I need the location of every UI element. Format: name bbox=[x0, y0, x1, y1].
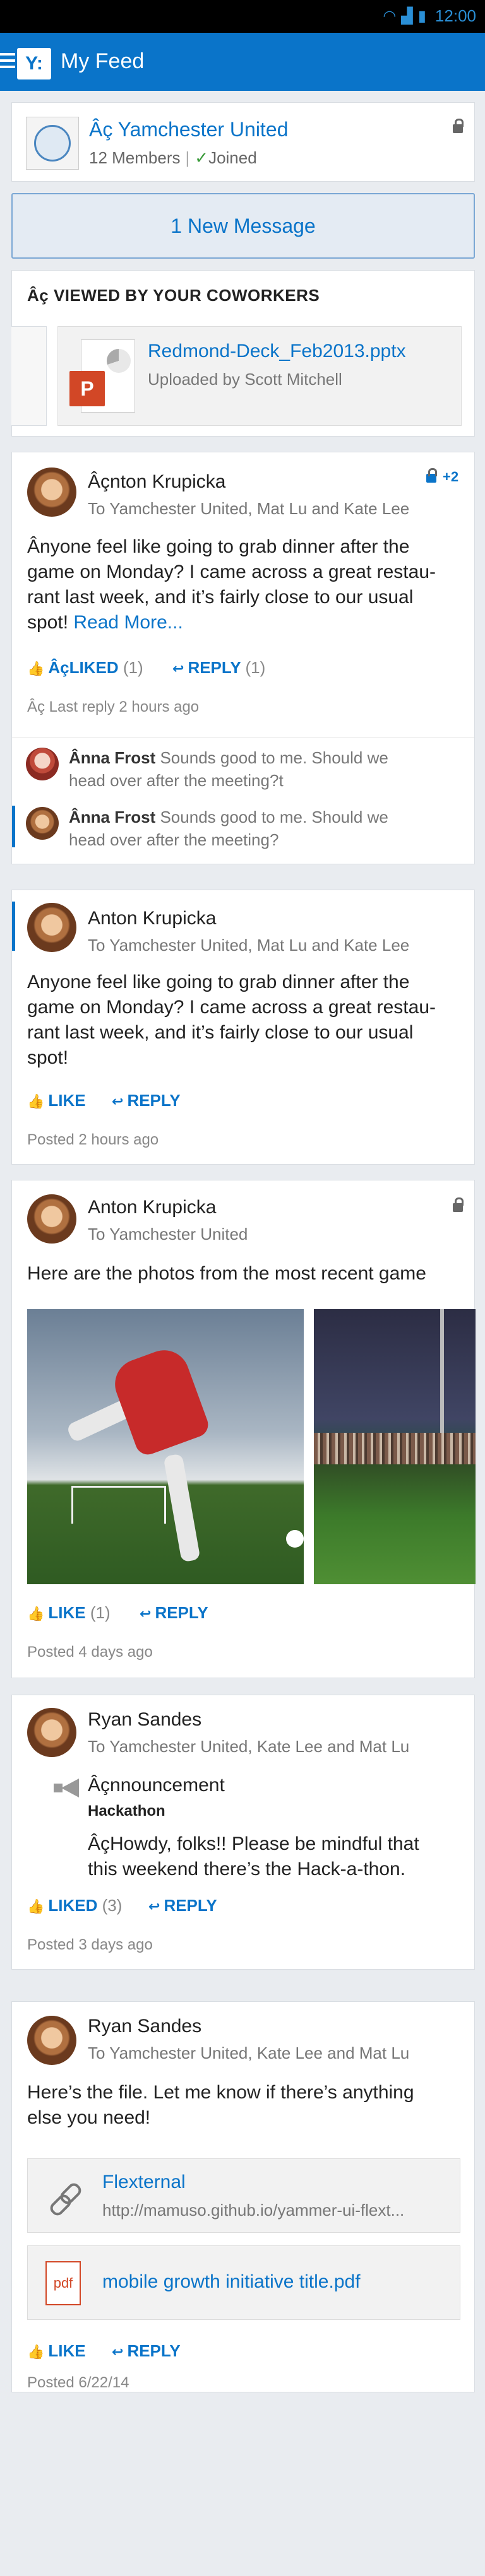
avatar[interactable] bbox=[27, 468, 76, 517]
file-attachment[interactable]: pdf mobile growth initiative title.pdf bbox=[27, 2245, 460, 2320]
feed-post: Anton Krupicka To Yamchester United Here… bbox=[11, 1180, 476, 1678]
crest-icon bbox=[34, 125, 71, 162]
private-lock-icon bbox=[426, 468, 437, 483]
post-body: Here’s the file. Let me know if there’s … bbox=[27, 2082, 414, 2128]
page-title: My Feed bbox=[61, 49, 145, 73]
reply-button[interactable]: ↩ REPLY bbox=[112, 2341, 181, 2361]
feed-post: Ryan Sandes To Yamchester United, Kate L… bbox=[11, 1695, 475, 1970]
signal-icon: ▟ bbox=[401, 8, 413, 25]
post-author[interactable]: Anton Krupicka bbox=[88, 1197, 216, 1218]
thumbs-up-icon: 👍 bbox=[27, 661, 45, 676]
group-members: 12 Members bbox=[89, 148, 181, 167]
menu-icon[interactable] bbox=[0, 53, 15, 72]
post-author[interactable]: Ryan Sandes bbox=[88, 1709, 201, 1731]
announcement-title: Âçnnouncement bbox=[88, 1775, 225, 1796]
post-time: Posted 4 days ago bbox=[27, 1644, 153, 1661]
post-recipients: To Yamchester United, Kate Lee and Mat L… bbox=[88, 1737, 410, 1756]
link-icon bbox=[49, 2183, 78, 2212]
joined-status[interactable]: Joined bbox=[208, 148, 257, 167]
reply-item: Ânna Frost Sounds good to me. Should we … bbox=[69, 748, 388, 790]
reply-button[interactable]: ↩ REPLY bbox=[112, 1091, 181, 1110]
post-author[interactable]: Âçnton Krupicka bbox=[88, 471, 225, 493]
status-bar: ◠ ▟ ▮ 12:00 bbox=[0, 0, 485, 33]
announcement-body: ÂçHowdy, folks!! Please be mindful that … bbox=[88, 1833, 419, 1879]
reply-icon: ↩ bbox=[140, 1606, 152, 1621]
clock: 12:00 bbox=[434, 6, 476, 25]
group-card[interactable]: Âç Yamchester United 12 Members | ✓Joined bbox=[11, 102, 475, 182]
post-time: Posted 6/22/14 bbox=[27, 2374, 129, 2391]
like-button[interactable]: 👍 LIKE (1) bbox=[27, 1603, 111, 1623]
reply-item: Ânna Frost Sounds good to me. Should we … bbox=[69, 808, 388, 849]
photo-night-game[interactable] bbox=[314, 1309, 476, 1584]
reply-icon: ↩ bbox=[112, 2344, 124, 2360]
reply-button[interactable]: ↩ REPLY (1) bbox=[172, 658, 265, 678]
feed-post: Ryan Sandes To Yamchester United, Kate L… bbox=[11, 2001, 475, 2392]
avatar[interactable] bbox=[27, 903, 76, 952]
participants-count[interactable]: +2 bbox=[443, 469, 458, 485]
avatar[interactable] bbox=[26, 807, 59, 840]
previous-file-tile[interactable] bbox=[11, 326, 47, 426]
post-recipients: To Yamchester United, Kate Lee and Mat L… bbox=[88, 2044, 410, 2062]
last-reply-meta: Âç Last reply 2 hours ago bbox=[27, 698, 200, 715]
avatar[interactable] bbox=[27, 1194, 76, 1244]
new-message-banner[interactable]: 1 New Message bbox=[11, 193, 475, 259]
post-body: Here are the photos from the most recent… bbox=[27, 1263, 426, 1284]
powerpoint-icon: P bbox=[69, 339, 136, 414]
avatar[interactable] bbox=[27, 1708, 76, 1757]
like-button[interactable]: 👍 LIKE bbox=[27, 2341, 86, 2361]
link-attachment[interactable]: Flexternal http://mamuso.github.io/yamme… bbox=[27, 2158, 460, 2233]
reply-button[interactable]: ↩ REPLY bbox=[148, 1896, 217, 1915]
post-recipients: To Yamchester United, Mat Lu and Kate Le… bbox=[88, 499, 410, 518]
thumbs-up-icon: 👍 bbox=[27, 2344, 45, 2360]
post-body: Anyone feel like going to grab dinner af… bbox=[27, 972, 436, 1068]
like-button[interactable]: 👍 LIKE bbox=[27, 1091, 86, 1110]
post-body: Ânyone feel like going to grab dinner af… bbox=[27, 536, 436, 633]
viewed-by-coworkers-card: Âç VIEWED BY YOUR COWORKERS P Redmond-De… bbox=[11, 270, 475, 437]
reply-button[interactable]: ↩ REPLY bbox=[140, 1603, 208, 1623]
wifi-icon: ◠ bbox=[383, 8, 397, 25]
yammer-logo[interactable]: Y: bbox=[17, 48, 51, 79]
group-name[interactable]: Âç Yamchester United bbox=[89, 118, 288, 141]
battery-icon: ▮ bbox=[417, 8, 426, 25]
megaphone-icon bbox=[54, 1779, 81, 1797]
file-uploader: Uploaded by Scott Mitchell bbox=[148, 370, 342, 389]
lock-icon bbox=[453, 119, 464, 133]
thumbs-up-icon: 👍 bbox=[27, 1898, 45, 1914]
pdf-icon: pdf bbox=[45, 2261, 81, 2305]
reply-icon: ↩ bbox=[112, 1093, 124, 1109]
thumbs-up-icon: 👍 bbox=[27, 1606, 45, 1621]
link-title[interactable]: Flexternal bbox=[102, 2172, 186, 2193]
section-title: Âç VIEWED BY YOUR COWORKERS bbox=[27, 286, 320, 305]
link-url: http://mamuso.github.io/yammer-ui-flext.… bbox=[102, 2201, 405, 2220]
group-logo bbox=[26, 117, 79, 170]
group-meta: 12 Members | ✓Joined bbox=[89, 148, 257, 167]
read-more-link[interactable]: Read More... bbox=[73, 612, 183, 633]
post-author[interactable]: Ryan Sandes bbox=[88, 2016, 201, 2037]
avatar[interactable] bbox=[26, 748, 59, 780]
thumbs-up-icon: 👍 bbox=[27, 1093, 45, 1109]
feed-post: Anton Krupicka To Yamchester United, Mat… bbox=[11, 890, 475, 1165]
lock-icon bbox=[453, 1197, 464, 1212]
post-recipients: To Yamchester United bbox=[88, 1225, 248, 1244]
photo-soccer-kick[interactable] bbox=[27, 1309, 304, 1584]
check-icon: ✓ bbox=[195, 148, 209, 167]
reply-icon: ↩ bbox=[172, 661, 184, 676]
announcement-subtitle: Hackathon bbox=[88, 1803, 165, 1820]
app-bar: Y: My Feed bbox=[0, 33, 485, 91]
feed-post: Âçnton Krupicka To Yamchester United, Ma… bbox=[11, 452, 475, 864]
post-time: Posted 2 hours ago bbox=[27, 1131, 159, 1148]
post-author[interactable]: Anton Krupicka bbox=[88, 908, 216, 929]
post-recipients: To Yamchester United, Mat Lu and Kate Le… bbox=[88, 936, 410, 955]
avatar[interactable] bbox=[27, 2016, 76, 2065]
reply-icon: ↩ bbox=[148, 1898, 160, 1914]
liked-button[interactable]: 👍 LIKED (3) bbox=[27, 1896, 122, 1915]
file-tile[interactable]: P Redmond-Deck_Feb2013.pptx Uploaded by … bbox=[57, 326, 462, 426]
file-name[interactable]: mobile growth initiative title.pdf bbox=[102, 2271, 361, 2293]
file-name[interactable]: Redmond-Deck_Feb2013.pptx bbox=[148, 341, 406, 362]
like-button[interactable]: 👍 ÂçLIKED (1) bbox=[27, 658, 143, 678]
post-time: Posted 3 days ago bbox=[27, 1936, 153, 1953]
